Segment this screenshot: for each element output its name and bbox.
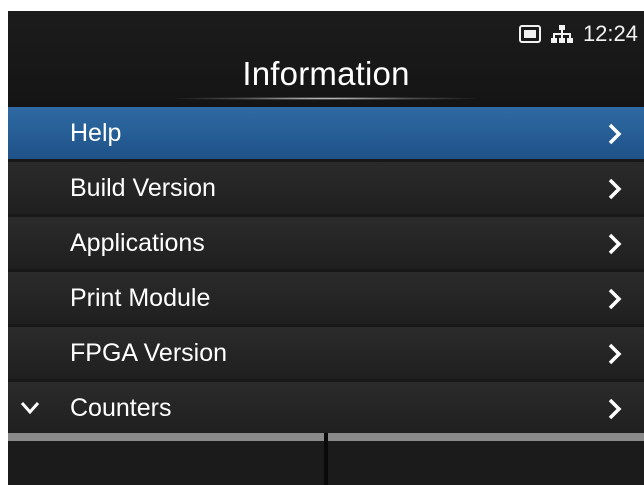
menu-item-label: Counters <box>70 394 172 422</box>
chevron-right-icon <box>608 123 622 145</box>
chevron-down-icon <box>20 402 40 415</box>
softkey-right-indicator <box>328 433 644 441</box>
header: 12:24 Information <box>8 11 644 107</box>
chevron-right-icon <box>608 178 622 200</box>
clock: 12:24 <box>582 21 638 46</box>
menu-item-label: Build Version <box>70 174 216 202</box>
page-title: Information <box>242 55 410 92</box>
menu-item-applications[interactable]: Applications <box>8 217 644 269</box>
network-icon <box>550 25 573 43</box>
menu-item-label: Help <box>70 119 122 147</box>
menu-item-fpga-version[interactable]: FPGA Version <box>8 327 644 379</box>
information-menu: Help Build Version Applications Print Mo… <box>8 107 644 437</box>
menu-item-counters[interactable]: Counters <box>8 382 644 434</box>
status-bar: 12:24 <box>518 19 638 49</box>
sd-card-icon <box>518 25 541 43</box>
menu-item-help[interactable]: Help <box>8 107 644 159</box>
chevron-right-icon <box>608 233 622 255</box>
menu-item-print-module[interactable]: Print Module <box>8 272 644 324</box>
menu-item-label: FPGA Version <box>70 339 228 367</box>
softkey-right[interactable] <box>328 433 644 485</box>
chevron-right-icon <box>608 288 622 310</box>
softkey-bar <box>8 433 644 485</box>
chevron-right-icon <box>608 343 622 365</box>
chevron-right-icon <box>608 398 622 420</box>
softkey-left-indicator <box>8 433 324 441</box>
menu-item-label: Applications <box>70 229 205 257</box>
menu-item-build-version[interactable]: Build Version <box>8 162 644 214</box>
softkey-left[interactable] <box>8 433 324 485</box>
title-underline <box>176 97 476 100</box>
printer-display: 12:24 Information Help Build Version App… <box>8 11 644 485</box>
menu-item-label: Print Module <box>70 284 211 312</box>
